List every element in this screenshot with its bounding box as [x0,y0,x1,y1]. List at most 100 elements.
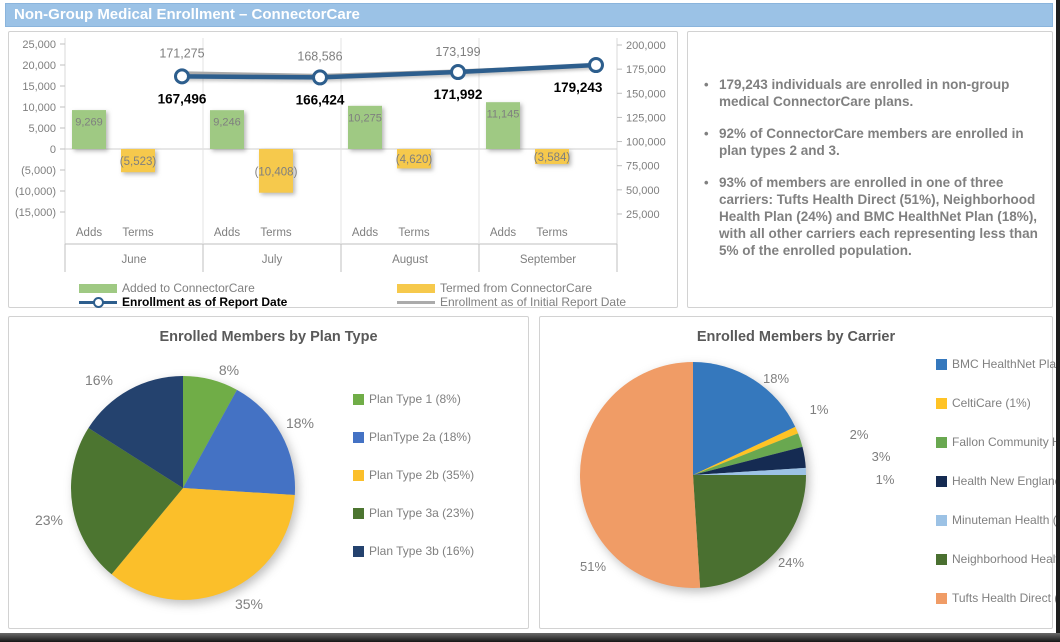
window-edge-bottom [0,633,1060,642]
window-edge-right [1056,0,1060,633]
line-marker [590,59,603,72]
legend-swatch-icon [353,394,364,405]
report-line-data-label: 167,496 [158,91,207,106]
legend-item: Neighborhood Health Plan (24%) [936,552,1060,566]
carrier-panel: Enrolled Members by Carrier 18%1%2%3%1%2… [539,316,1053,629]
pie-percent-label: 18% [286,415,314,431]
terms-bar-label: (3,584) [534,152,571,164]
legend-label: Plan Type 1 (8%) [369,392,461,406]
pie-percent-label: 35% [235,596,263,612]
pie-percent-label: 8% [219,362,239,378]
bullet-icon: • [704,76,719,110]
legend-swatch-icon [936,554,947,565]
category-label-terms: Terms [122,227,154,239]
bullet-icon: • [704,174,719,259]
legend-item: Plan Type 2b (35%) [353,468,474,482]
legend-label: Minuteman Health (1%) [952,513,1060,527]
legend-swatch-icon [353,546,364,557]
pie-slice [580,362,700,588]
dashboard: Non-Group Medical Enrollment – Connector… [0,0,1060,642]
legend-item: Enrollment as of Report Date [79,295,287,309]
bullet-text: 93% of members are enrolled in one of th… [719,174,1042,259]
right-axis-tick-label: 75,000 [626,161,660,173]
legend-item: Enrollment as of Initial Report Date [397,295,626,309]
report-enrollment-line [182,65,596,77]
legend-label: PlanType 2a (18%) [369,430,471,444]
terms-bar-label: (5,523) [120,156,157,168]
right-axis-tick-label: 100,000 [626,137,666,149]
category-label-adds: Adds [214,227,240,239]
legend-swatch-icon [353,432,364,443]
left-axis-tick-label: (15,000) [15,207,56,219]
legend-bar-swatch-icon [397,284,435,293]
initial-line-data-label: 168,586 [297,49,342,63]
page-title: Non-Group Medical Enrollment – Connector… [14,6,360,23]
legend-swatch-icon [936,593,947,604]
legend-item: Minuteman Health (1%) [936,513,1060,527]
report-line-data-label: 171,992 [434,87,483,102]
legend-item: Fallon Community Health Plan (2%) [936,435,1060,449]
legend-item: Added to ConnectorCare [79,281,255,295]
legend-label: Added to ConnectorCare [122,281,255,295]
line-marker [176,70,189,83]
month-label: July [262,254,283,266]
enrollment-trend-panel: 25,00020,00015,00010,0005,0000(5,000)(10… [8,31,678,308]
bullet-text: 92% of ConnectorCare members are enrolle… [719,125,1042,159]
left-axis-tick-label: 15,000 [22,81,56,93]
pie-slice [693,475,806,588]
legend-label: Enrollment as of Report Date [122,295,287,309]
legend-bar-swatch-icon [79,284,117,293]
pie-percent-label: 2% [850,427,869,442]
legend-swatch-icon [353,470,364,481]
report-line-data-label: 179,243 [554,80,603,95]
initial-line-data-label: 173,199 [435,45,480,59]
pie-percent-label: 3% [872,449,891,464]
bullet-text: 179,243 individuals are enrolled in non-… [719,76,1042,110]
pie-percent-label: 51% [580,559,606,574]
pie-percent-label: 1% [876,472,895,487]
right-axis-tick-label: 125,000 [626,112,666,124]
legend-swatch-icon [936,398,947,409]
bullet-item: • 93% of members are enrolled in one of … [704,174,1042,259]
pie-percent-label: 18% [763,371,789,386]
bullet-item: • 179,243 individuals are enrolled in no… [704,76,1042,110]
left-axis-tick-label: 10,000 [22,102,56,114]
enrollment-combo-chart: 25,00020,00015,00010,0005,0000(5,000)(10… [9,32,677,307]
legend-label: Plan Type 3b (16%) [369,544,474,558]
legend-label: BMC HealthNet Plan (18%) [952,357,1060,371]
category-label-adds: Adds [490,227,516,239]
insights-bullet-list: • 179,243 individuals are enrolled in no… [704,76,1042,274]
pie [580,362,806,588]
legend-item: Termed from ConnectorCare [397,281,592,295]
left-axis-tick-label: (5,000) [21,165,56,177]
adds-bar-label: 9,246 [213,117,241,129]
right-axis-tick-label: 200,000 [626,40,666,52]
legend-label: Neighborhood Health Plan (24%) [952,552,1060,566]
month-label: June [122,254,147,266]
legend-line-icon [397,301,435,304]
legend-item: Health New England (3%) [936,474,1060,488]
category-label-terms: Terms [398,227,430,239]
report-line-data-label: 166,424 [296,92,345,107]
legend-item: Plan Type 3a (23%) [353,506,474,520]
right-axis-tick-label: 150,000 [626,88,666,100]
insights-panel: • 179,243 individuals are enrolled in no… [687,31,1053,308]
adds-bar-label: 10,275 [348,112,382,124]
right-axis-tick-label: 50,000 [626,185,660,197]
legend-swatch-icon [936,437,947,448]
legend-label: Termed from ConnectorCare [440,281,592,295]
left-axis-tick-label: 0 [50,144,56,156]
left-axis-tick-label: 25,000 [22,39,56,51]
legend-label: Fallon Community Health Plan (2%) [952,435,1060,449]
legend-marker-icon [93,297,104,308]
legend-swatch-icon [936,476,947,487]
line-marker [314,71,327,84]
pie-percent-label: 23% [35,512,63,528]
terms-bar-label: (10,408) [255,166,298,178]
legend-label: Health New England (3%) [952,474,1060,488]
adds-bar-label: 9,269 [75,117,103,129]
left-axis-tick-label: (10,000) [15,186,56,198]
pie-percent-label: 24% [778,555,804,570]
legend-item: PlanType 2a (18%) [353,430,471,444]
initial-line-data-label: 171,275 [159,47,204,61]
